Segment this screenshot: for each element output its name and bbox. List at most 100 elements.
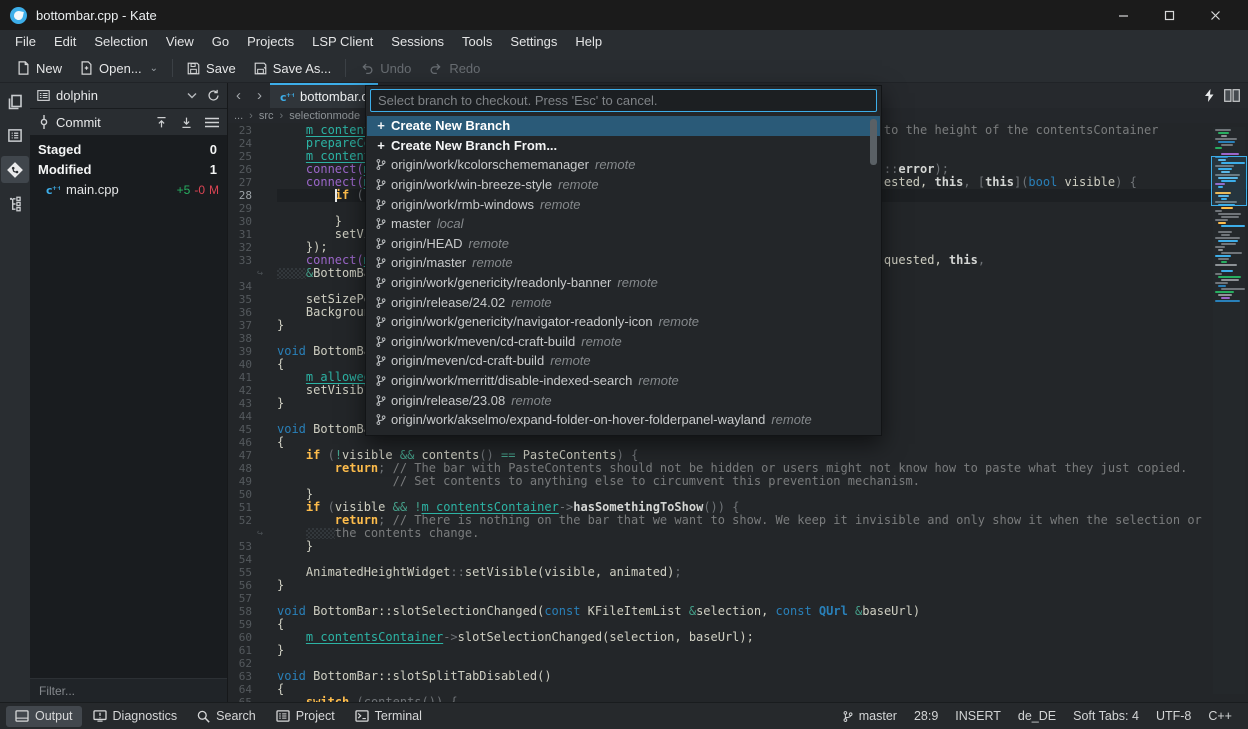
minimize-button[interactable] xyxy=(1100,0,1146,30)
branch-item[interactable]: origin/work/genericity/readonly-bannerre… xyxy=(367,273,880,293)
status-branch[interactable]: master xyxy=(842,709,897,723)
gutter-line-number: 42 xyxy=(228,384,277,397)
git-branch-icon xyxy=(374,256,388,269)
branch-item[interactable]: origin/work/rmb-windowsremote xyxy=(367,194,880,214)
save-button[interactable]: Save xyxy=(178,55,245,81)
gutter-line-number: 39 xyxy=(228,345,277,358)
breadcrumb-separator: › xyxy=(280,110,284,122)
menu-sessions[interactable]: Sessions xyxy=(382,30,453,54)
popup-scrollbar-thumb[interactable] xyxy=(870,119,877,165)
branch-item[interactable]: origin/work/meven/cd-craft-buildremote xyxy=(367,332,880,352)
file-status: M xyxy=(209,183,219,197)
status-cursor-position[interactable]: 28:9 xyxy=(914,709,938,723)
forward-icon[interactable]: › xyxy=(249,83,270,108)
gutter-line-number: 57 xyxy=(228,592,277,605)
branch-scope-tag: remote xyxy=(550,353,590,368)
project-icon xyxy=(276,710,290,722)
chevron-down-icon[interactable] xyxy=(187,92,197,99)
branch-item[interactable]: masterlocal xyxy=(367,214,880,234)
gutter-line-number: 43 xyxy=(228,397,277,410)
panel-tab-terminal[interactable]: Terminal xyxy=(346,706,431,727)
modified-file-row[interactable]: c++ main.cpp +5 -0 M xyxy=(30,179,227,200)
gutter-line-number: 64 xyxy=(228,683,277,696)
breadcrumb-separator: › xyxy=(249,110,253,122)
menu-settings[interactable]: Settings xyxy=(501,30,566,54)
undo-button[interactable]: Undo xyxy=(351,55,420,81)
back-icon[interactable]: ‹ xyxy=(228,83,249,108)
gutter-line-number: 54 xyxy=(228,553,277,566)
menu-tools[interactable]: Tools xyxy=(453,30,501,54)
create-branch-item[interactable]: +Create New Branch xyxy=(367,116,880,136)
branch-item[interactable]: origin/work/akselmo/expand-folder-on-hov… xyxy=(367,410,880,430)
status-keyboard-layout[interactable]: de_DE xyxy=(1018,709,1056,723)
status-language[interactable]: C++ xyxy=(1208,709,1232,723)
panel-tab-project[interactable]: Project xyxy=(267,706,344,727)
branch-item[interactable]: origin/masterremote xyxy=(367,253,880,273)
branch-scope-tag: remote xyxy=(472,255,512,270)
branch-search-input[interactable] xyxy=(370,89,877,112)
redo-button[interactable]: Redo xyxy=(420,55,489,81)
dock-item-filesystem[interactable] xyxy=(1,190,29,217)
dock-item-documents[interactable] xyxy=(1,88,29,115)
branch-item[interactable]: origin/work/genericity/navigator-readonl… xyxy=(367,312,880,332)
panel-tabs: OutputDiagnosticsSearchProjectTerminal xyxy=(6,706,431,727)
pull-icon[interactable] xyxy=(180,116,193,129)
split-view-icon[interactable] xyxy=(1224,89,1240,102)
menu-help[interactable]: Help xyxy=(566,30,611,54)
modified-section[interactable]: Modified 1 xyxy=(30,159,227,179)
create-branch-item[interactable]: +Create New Branch From... xyxy=(367,136,880,156)
branch-item[interactable]: origin/HEADremote xyxy=(367,234,880,254)
redo-icon xyxy=(429,62,443,75)
dock-item-git[interactable] xyxy=(1,156,29,183)
dock-item-symbols[interactable] xyxy=(1,122,29,149)
menu-selection[interactable]: Selection xyxy=(85,30,156,54)
status-input-mode[interactable]: INSERT xyxy=(955,709,1001,723)
branch-item[interactable] xyxy=(367,430,880,435)
commit-button[interactable]: Commit xyxy=(56,115,101,130)
git-branch-icon xyxy=(374,296,388,309)
branch-item[interactable]: origin/work/merritt/disable-indexed-sear… xyxy=(367,371,880,391)
refresh-icon[interactable] xyxy=(207,89,220,102)
code-line-61: } xyxy=(277,644,1248,657)
tab-bottombar-cpp[interactable]: c++ bottombar.cpp xyxy=(270,83,378,108)
breadcrumb-item[interactable]: selectionmode xyxy=(289,110,360,122)
project-name: dolphin xyxy=(56,88,98,103)
minimap-viewport[interactable] xyxy=(1211,156,1247,206)
staged-section[interactable]: Staged 0 xyxy=(30,139,227,159)
gutter-line-number: 59 xyxy=(228,618,277,631)
branch-item[interactable]: origin/work/kcolorschememanagerremote xyxy=(367,155,880,175)
push-icon[interactable] xyxy=(155,116,168,129)
plus-icon: + xyxy=(374,118,388,133)
menu-go[interactable]: Go xyxy=(203,30,238,54)
git-menu-icon[interactable] xyxy=(205,117,219,128)
close-button[interactable] xyxy=(1192,0,1238,30)
branch-item[interactable]: origin/work/win-breeze-styleremote xyxy=(367,175,880,195)
menu-lsp-client[interactable]: LSP Client xyxy=(303,30,382,54)
breadcrumb-item[interactable]: ... xyxy=(234,110,243,122)
status-encoding[interactable]: UTF-8 xyxy=(1156,709,1191,723)
branch-item[interactable]: origin/release/24.02remote xyxy=(367,292,880,312)
branch-item[interactable]: origin/meven/cd-craft-buildremote xyxy=(367,351,880,371)
panel-tab-search[interactable]: Search xyxy=(188,706,265,727)
breadcrumb-item[interactable]: src xyxy=(259,110,274,122)
panel-tab-diagnostics[interactable]: Diagnostics xyxy=(84,706,187,727)
menu-edit[interactable]: Edit xyxy=(45,30,85,54)
new-button[interactable]: New xyxy=(8,55,71,81)
menu-view[interactable]: View xyxy=(157,30,203,54)
project-selector[interactable]: dolphin xyxy=(30,83,227,108)
maximize-button[interactable] xyxy=(1146,0,1192,30)
gutter-line-number: 30 xyxy=(228,215,277,228)
git-status-list: Staged 0 Modified 1 c++ main.cpp +5 -0 M xyxy=(30,135,227,678)
status-tab-width[interactable]: Soft Tabs: 4 xyxy=(1073,709,1139,723)
quick-open-icon[interactable] xyxy=(1205,89,1214,102)
panel-tab-output[interactable]: Output xyxy=(6,706,82,727)
open--button[interactable]: Open...⌄ xyxy=(71,55,167,81)
minimap-scrollbar[interactable] xyxy=(1213,127,1245,694)
menu-projects[interactable]: Projects xyxy=(238,30,303,54)
branch-item[interactable]: origin/release/23.08remote xyxy=(367,390,880,410)
save-as--button[interactable]: Save As... xyxy=(245,55,341,81)
filter-input[interactable] xyxy=(30,684,227,698)
modified-count: 1 xyxy=(210,162,227,177)
menu-file[interactable]: File xyxy=(6,30,45,54)
gutter-line-number: 24 xyxy=(228,137,277,150)
